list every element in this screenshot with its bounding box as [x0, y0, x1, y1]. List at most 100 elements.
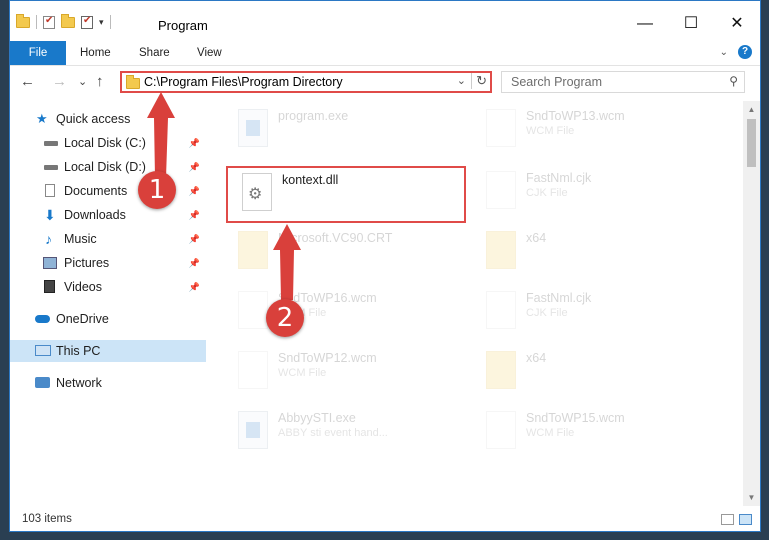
status-bar: 103 items — [10, 507, 760, 531]
tab-file[interactable]: File — [10, 41, 66, 65]
maximize-button[interactable]: ☐ — [668, 1, 714, 41]
address-path[interactable]: C:\Program Files\Program Directory — [144, 75, 343, 89]
file-tile[interactable]: FastNml.cjk CJK File — [484, 285, 714, 339]
view-options-icon[interactable] — [81, 15, 93, 29]
file-tile[interactable]: AbbyySTI.exe ABBY sti event hand... — [236, 405, 466, 459]
file-tile[interactable]: x64 — [484, 345, 714, 399]
search-icon[interactable]: ⚲ — [729, 74, 738, 88]
music-icon: ♪ — [45, 231, 52, 247]
new-folder-icon[interactable] — [61, 13, 75, 28]
recent-locations-button[interactable]: ⌄ — [78, 75, 87, 88]
file-tile[interactable]: SndToWP13.wcm WCM File — [484, 103, 714, 157]
file-name: Microsoft.VC90.CRT — [278, 231, 393, 245]
pictures-icon — [43, 257, 57, 269]
sidebar-item-label: Local Disk (D:) — [64, 160, 146, 174]
item-count: 103 items — [22, 513, 72, 525]
file-tile[interactable]: x64 — [484, 225, 714, 279]
pin-icon[interactable]: 📌 — [189, 132, 200, 154]
folder-icon — [126, 75, 140, 89]
file-icon — [238, 351, 268, 389]
close-button[interactable]: ✕ — [714, 1, 760, 41]
tab-home[interactable]: Home — [80, 41, 111, 65]
sidebar-item-label: Quick access — [56, 112, 131, 126]
minimize-button[interactable]: — — [622, 1, 668, 41]
tab-share[interactable]: Share — [139, 41, 170, 65]
file-tile[interactable]: program.exe — [236, 103, 466, 157]
pin-icon[interactable]: 📌 — [189, 276, 200, 298]
pin-icon[interactable]: 📌 — [189, 156, 200, 178]
properties-icon[interactable] — [43, 15, 55, 29]
title-bar: ▾ Program — ☐ ✕ — [10, 1, 760, 41]
file-type: WCM File — [526, 125, 575, 137]
navigation-pane: ★ Quick access Local Disk (C:) 📌 Local D… — [10, 101, 206, 506]
file-icon — [238, 291, 268, 329]
file-name: SndToWP12.wcm — [278, 351, 377, 365]
quick-access-toolbar: ▾ — [16, 13, 111, 29]
customize-toolbar-arrow-icon[interactable]: ▾ — [99, 17, 104, 28]
sidebar-item-label: Network — [56, 376, 102, 390]
ribbon-tabs: File Home Share View ⌄ ? — [10, 41, 760, 66]
sidebar-item-downloads[interactable]: ⬇ Downloads 📌 — [10, 204, 206, 226]
file-tile[interactable]: SndToWP12.wcm WCM File — [236, 345, 466, 399]
scroll-down-icon[interactable]: ▼ — [743, 489, 760, 506]
sidebar-item-pictures[interactable]: Pictures 📌 — [10, 252, 206, 274]
address-bar[interactable]: C:\Program Files\Program Directory ⌄ ↻ — [120, 71, 492, 93]
folder-icon — [486, 231, 516, 269]
sidebar-item-onedrive[interactable]: OneDrive — [10, 308, 206, 330]
file-name: x64 — [526, 351, 547, 365]
sidebar-item-label: Downloads — [64, 208, 126, 222]
expand-ribbon-icon[interactable]: ⌄ — [720, 47, 728, 58]
navigation-bar: ← → ⌄ ↑ C:\Program Files\Program Directo… — [10, 66, 760, 100]
file-tile[interactable]: Microsoft.VC90.CRT — [236, 225, 466, 279]
vertical-scrollbar[interactable]: ▲ ▼ — [743, 101, 760, 506]
forward-button[interactable]: → — [52, 73, 67, 90]
pin-icon[interactable]: 📌 — [189, 180, 200, 202]
sidebar-item-label: Documents — [64, 184, 128, 198]
sidebar-item-quick-access[interactable]: ★ Quick access — [10, 108, 206, 130]
toolbar-divider — [109, 15, 111, 29]
file-type: ABBY sti event hand... — [278, 427, 388, 439]
explorer-window: ▾ Program — ☐ ✕ File Home Share View ⌄ ?… — [9, 0, 761, 532]
sidebar-item-music[interactable]: ♪ Music 📌 — [10, 228, 206, 250]
computer-icon — [35, 345, 51, 356]
file-name: FastNml.cjk — [526, 171, 592, 185]
file-tile[interactable]: FastNml.cjk CJK File — [484, 165, 714, 219]
sidebar-item-network[interactable]: Network — [10, 372, 206, 394]
drive-icon — [44, 141, 58, 146]
scrollbar-thumb[interactable] — [747, 119, 756, 167]
up-button[interactable]: ↑ — [96, 73, 104, 90]
sidebar-item-local-disk-c[interactable]: Local Disk (C:) 📌 — [10, 132, 206, 154]
pin-icon[interactable]: 📌 — [189, 228, 200, 250]
scroll-up-icon[interactable]: ▲ — [743, 101, 760, 118]
search-input[interactable]: Search Program ⚲ — [501, 71, 745, 93]
back-button[interactable]: ← — [20, 73, 35, 90]
folder-icon[interactable] — [16, 13, 30, 28]
exe-file-icon — [238, 411, 268, 449]
file-type: WCM File — [278, 367, 327, 379]
sidebar-item-this-pc[interactable]: This PC — [10, 340, 206, 362]
tab-view[interactable]: View — [197, 41, 222, 65]
documents-icon — [45, 184, 55, 197]
help-icon[interactable]: ? — [738, 45, 752, 59]
videos-icon — [44, 280, 55, 293]
file-tile[interactable]: SndToWP15.wcm WCM File — [484, 405, 714, 459]
callout-2: 2 — [266, 299, 304, 337]
address-dropdown-icon[interactable]: ⌄ — [457, 74, 466, 87]
toolbar-divider — [36, 15, 37, 29]
sidebar-item-documents[interactable]: Documents 📌 — [10, 180, 206, 202]
sidebar-item-videos[interactable]: Videos 📌 — [10, 276, 206, 298]
sidebar-item-label: OneDrive — [56, 312, 109, 326]
details-view-icon[interactable] — [721, 514, 734, 525]
refresh-icon[interactable]: ↻ — [471, 73, 487, 89]
large-icons-view-icon[interactable] — [739, 514, 752, 525]
pin-icon[interactable]: 📌 — [189, 252, 200, 274]
pin-icon[interactable]: 📌 — [189, 204, 200, 226]
callout-1: 1 — [138, 171, 176, 209]
sidebar-item-label: Music — [64, 232, 97, 246]
sidebar-item-local-disk-d[interactable]: Local Disk (D:) 📌 — [10, 156, 206, 178]
star-icon: ★ — [36, 111, 48, 126]
file-icon — [486, 411, 516, 449]
file-type: WCM File — [526, 427, 575, 439]
exe-file-icon — [238, 109, 268, 147]
file-name: x64 — [526, 231, 547, 245]
